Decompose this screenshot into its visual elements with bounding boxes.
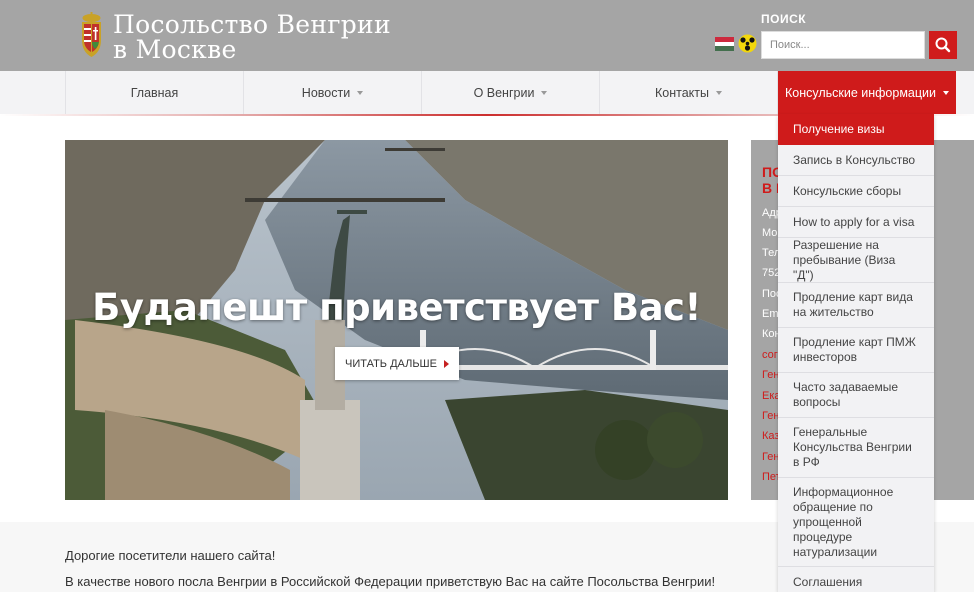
dropdown-item-agreements[interactable]: Соглашения (778, 567, 934, 592)
nav-item-label: Контакты (655, 86, 709, 100)
search-input[interactable] (761, 31, 925, 59)
nav-item-label: Главная (130, 86, 179, 100)
site-title[interactable]: Посольство Венгрии в Москве (113, 12, 391, 62)
hungarian-flag-icon[interactable] (715, 37, 734, 51)
chevron-down-icon (943, 91, 950, 95)
hero-caption: Будапешт приветствует Вас! (92, 286, 701, 329)
sidebar-line: Em (762, 308, 779, 320)
sidebar-link[interactable]: сог (762, 349, 778, 361)
chevron-right-icon (443, 359, 449, 368)
search-icon (935, 37, 951, 53)
read-more-label: ЧИТАТЬ ДАЛЬШЕ (345, 357, 437, 370)
site-title-line1[interactable]: Посольство Венгрии (113, 12, 391, 37)
search-label: ПОИСК (761, 12, 807, 26)
sidebar-link[interactable]: Каз (762, 430, 779, 442)
dropdown-item-appointment[interactable]: Запись в Консульство (778, 145, 934, 176)
hungarian-coat-of-arms-icon[interactable] (78, 12, 105, 58)
chevron-down-icon (357, 91, 364, 95)
dropdown-item-consulates[interactable]: Генеральные Консульства Венгрии в РФ (778, 418, 934, 478)
nav-item-home[interactable]: Главная (65, 71, 243, 115)
dropdown-item-how-to-apply[interactable]: How to apply for a visa (778, 207, 934, 238)
sidebar-line: Мо (762, 227, 778, 239)
dropdown-item-fees[interactable]: Консульские сборы (778, 176, 934, 207)
nav-item-label: О Венгрии (473, 86, 535, 100)
dropdown-item-naturalization[interactable]: Информационное обращение по упрощенной п… (778, 478, 934, 567)
search-button[interactable] (929, 31, 957, 59)
chevron-down-icon (716, 91, 722, 95)
dropdown-item-residence-card-extension[interactable]: Продление карт вида на жительство (778, 283, 934, 328)
site-title-line2[interactable]: в Москве (113, 37, 391, 62)
dropdown-item-residence-permit[interactable]: Разрешение на пребывание (Виза "Д") (778, 238, 934, 283)
sidebar-link[interactable]: Ген (762, 451, 779, 463)
dropdown-item-visa[interactable]: Получение визы (778, 114, 934, 145)
sidebar-link[interactable]: Ген (762, 410, 779, 422)
nav-item-label: Новости (301, 86, 351, 100)
sidebar-link[interactable]: Ген (762, 369, 779, 381)
welcome-intro: В качестве нового посла Венгрии в Россий… (65, 574, 716, 589)
dropdown-item-investor-card-extension[interactable]: Продление карт ПМЖ инвесторов (778, 328, 934, 373)
chevron-down-icon (541, 91, 548, 95)
welcome-greeting: Дорогие посетители нашего сайта! (65, 548, 276, 563)
nav-item-label: Консульские информации (784, 86, 937, 100)
nav-item-contacts[interactable]: Контакты (599, 71, 778, 115)
nav-item-news[interactable]: Новости (243, 71, 421, 115)
accessibility-icon[interactable] (738, 34, 757, 53)
read-more-button[interactable]: ЧИТАТЬ ДАЛЬШЕ (335, 347, 459, 380)
nav-item-about-hungary[interactable]: О Венгрии (421, 71, 599, 115)
dropdown-item-faq[interactable]: Часто задаваемые вопросы (778, 373, 934, 418)
nav-item-consular-info[interactable]: Консульские информации (778, 71, 956, 115)
